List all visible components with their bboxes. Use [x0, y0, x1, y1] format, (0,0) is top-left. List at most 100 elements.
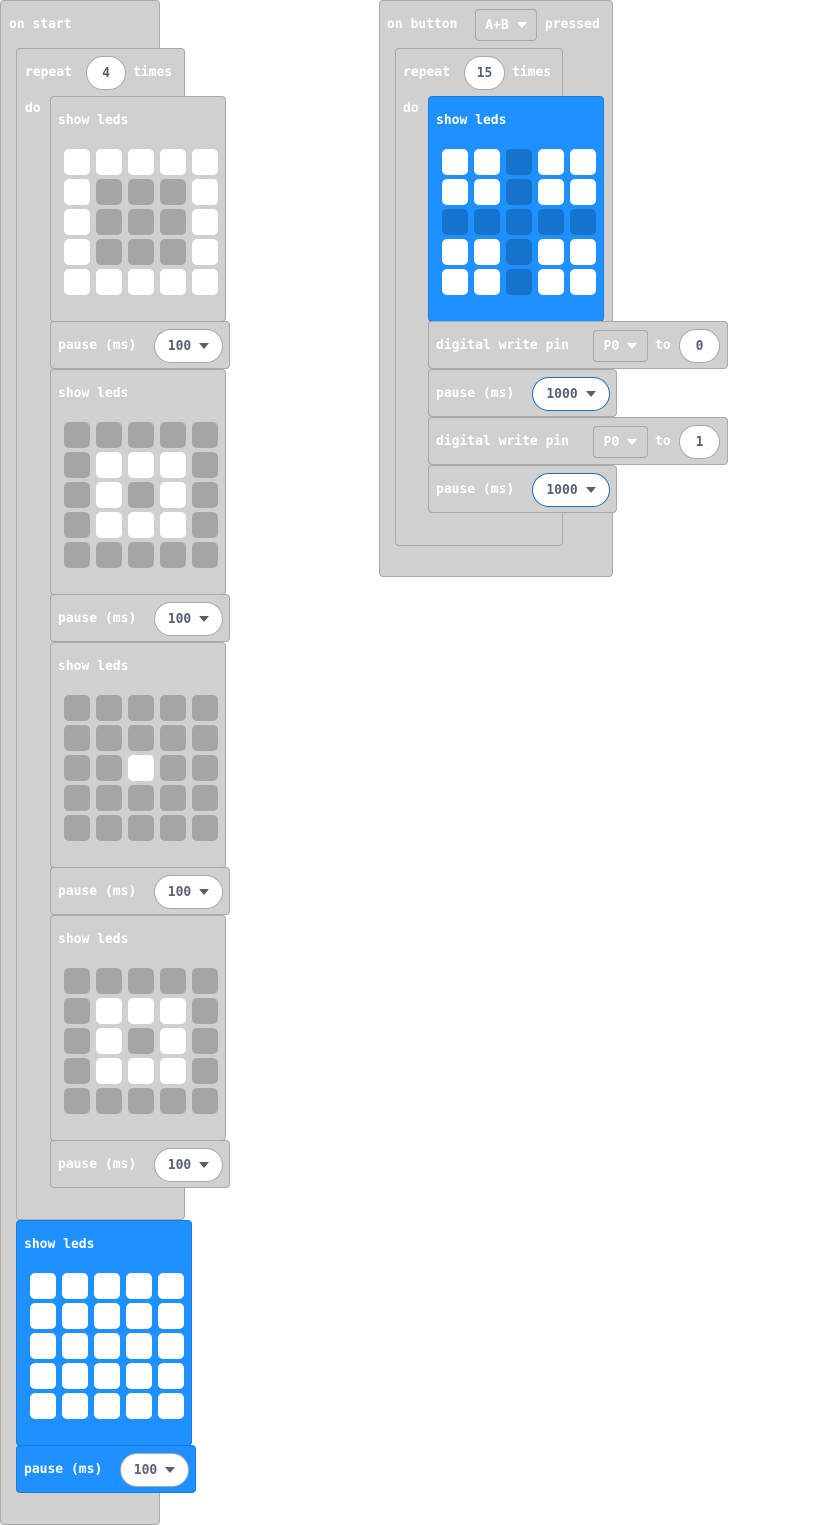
- led-cell[interactable]: [128, 1088, 154, 1114]
- pause-block[interactable]: pause (ms) 100: [50, 594, 230, 642]
- show-leds-block-selected[interactable]: show leds: [16, 1220, 192, 1446]
- led-cell[interactable]: [128, 452, 154, 478]
- led-cell[interactable]: [160, 179, 186, 205]
- led-cell[interactable]: [474, 239, 500, 265]
- led-cell[interactable]: [96, 422, 122, 448]
- led-cell[interactable]: [96, 482, 122, 508]
- led-cell[interactable]: [128, 725, 154, 751]
- repeat-count-input[interactable]: 4: [86, 56, 126, 90]
- led-cell[interactable]: [64, 452, 90, 478]
- pause-block[interactable]: pause (ms) 100: [50, 867, 230, 915]
- led-cell[interactable]: [64, 785, 90, 811]
- led-cell[interactable]: [64, 209, 90, 235]
- led-cell[interactable]: [158, 1333, 184, 1359]
- led-cell[interactable]: [160, 695, 186, 721]
- pause-value-dropdown[interactable]: 100: [120, 1453, 189, 1487]
- led-cell[interactable]: [96, 1028, 122, 1054]
- pause-value-dropdown[interactable]: 1000: [532, 473, 610, 507]
- show-leds-block[interactable]: show leds: [50, 915, 226, 1141]
- led-cell[interactable]: [570, 179, 596, 205]
- pin-dropdown[interactable]: P0: [593, 426, 648, 458]
- led-cell[interactable]: [64, 725, 90, 751]
- led-cell[interactable]: [30, 1333, 56, 1359]
- led-cell[interactable]: [192, 815, 218, 841]
- led-cell[interactable]: [64, 1058, 90, 1084]
- led-cell[interactable]: [62, 1273, 88, 1299]
- led-cell[interactable]: [96, 968, 122, 994]
- led-cell[interactable]: [64, 149, 90, 175]
- led-cell[interactable]: [192, 1088, 218, 1114]
- led-cell[interactable]: [474, 209, 500, 235]
- led-cell[interactable]: [62, 1303, 88, 1329]
- led-cell[interactable]: [442, 269, 468, 295]
- led-cell[interactable]: [94, 1363, 120, 1389]
- led-cell[interactable]: [62, 1393, 88, 1419]
- led-cell[interactable]: [64, 968, 90, 994]
- led-cell[interactable]: [160, 542, 186, 568]
- led-cell[interactable]: [96, 755, 122, 781]
- pause-block[interactable]: pause (ms) 100: [50, 1140, 230, 1188]
- led-cell[interactable]: [30, 1393, 56, 1419]
- led-cell[interactable]: [506, 179, 532, 205]
- led-cell[interactable]: [158, 1303, 184, 1329]
- led-cell[interactable]: [126, 1363, 152, 1389]
- led-cell[interactable]: [126, 1273, 152, 1299]
- led-cell[interactable]: [126, 1393, 152, 1419]
- led-cell[interactable]: [64, 512, 90, 538]
- led-cell[interactable]: [570, 149, 596, 175]
- led-cell[interactable]: [160, 1088, 186, 1114]
- led-cell[interactable]: [128, 422, 154, 448]
- led-cell[interactable]: [538, 179, 564, 205]
- led-cell[interactable]: [160, 998, 186, 1024]
- led-cell[interactable]: [160, 1028, 186, 1054]
- pause-value-dropdown[interactable]: 100: [154, 1148, 223, 1182]
- led-cell[interactable]: [30, 1303, 56, 1329]
- led-cell[interactable]: [160, 1058, 186, 1084]
- led-cell[interactable]: [506, 209, 532, 235]
- led-cell[interactable]: [96, 785, 122, 811]
- digital-write-pin-block[interactable]: digital write pin P0 to 1: [428, 417, 728, 465]
- led-cell[interactable]: [96, 725, 122, 751]
- led-cell[interactable]: [192, 452, 218, 478]
- write-value-input[interactable]: 1: [679, 425, 720, 459]
- led-cell[interactable]: [96, 1088, 122, 1114]
- led-cell[interactable]: [94, 1333, 120, 1359]
- led-cell[interactable]: [192, 179, 218, 205]
- led-cell[interactable]: [30, 1273, 56, 1299]
- led-cell[interactable]: [160, 968, 186, 994]
- led-cell[interactable]: [192, 1028, 218, 1054]
- led-cell[interactable]: [96, 149, 122, 175]
- led-cell[interactable]: [128, 239, 154, 265]
- led-cell[interactable]: [192, 1058, 218, 1084]
- led-cell[interactable]: [506, 149, 532, 175]
- show-leds-block[interactable]: show leds: [50, 642, 226, 868]
- led-cell[interactable]: [96, 815, 122, 841]
- led-cell[interactable]: [94, 1303, 120, 1329]
- led-cell[interactable]: [158, 1393, 184, 1419]
- led-cell[interactable]: [192, 998, 218, 1024]
- pause-block-selected[interactable]: pause (ms) 100: [16, 1445, 196, 1493]
- led-cell[interactable]: [570, 239, 596, 265]
- led-cell[interactable]: [442, 209, 468, 235]
- led-cell[interactable]: [128, 1028, 154, 1054]
- led-cell[interactable]: [158, 1363, 184, 1389]
- led-cell[interactable]: [64, 269, 90, 295]
- led-cell[interactable]: [570, 209, 596, 235]
- led-cell[interactable]: [62, 1333, 88, 1359]
- led-cell[interactable]: [192, 755, 218, 781]
- led-cell[interactable]: [96, 512, 122, 538]
- led-cell[interactable]: [128, 209, 154, 235]
- led-cell[interactable]: [192, 785, 218, 811]
- led-cell[interactable]: [96, 239, 122, 265]
- led-cell[interactable]: [94, 1273, 120, 1299]
- led-cell[interactable]: [96, 179, 122, 205]
- led-cell[interactable]: [128, 512, 154, 538]
- led-cell[interactable]: [128, 695, 154, 721]
- led-cell[interactable]: [160, 482, 186, 508]
- led-cell[interactable]: [128, 1058, 154, 1084]
- led-cell[interactable]: [128, 815, 154, 841]
- led-cell[interactable]: [30, 1363, 56, 1389]
- led-cell[interactable]: [64, 815, 90, 841]
- led-cell[interactable]: [128, 179, 154, 205]
- led-cell[interactable]: [160, 785, 186, 811]
